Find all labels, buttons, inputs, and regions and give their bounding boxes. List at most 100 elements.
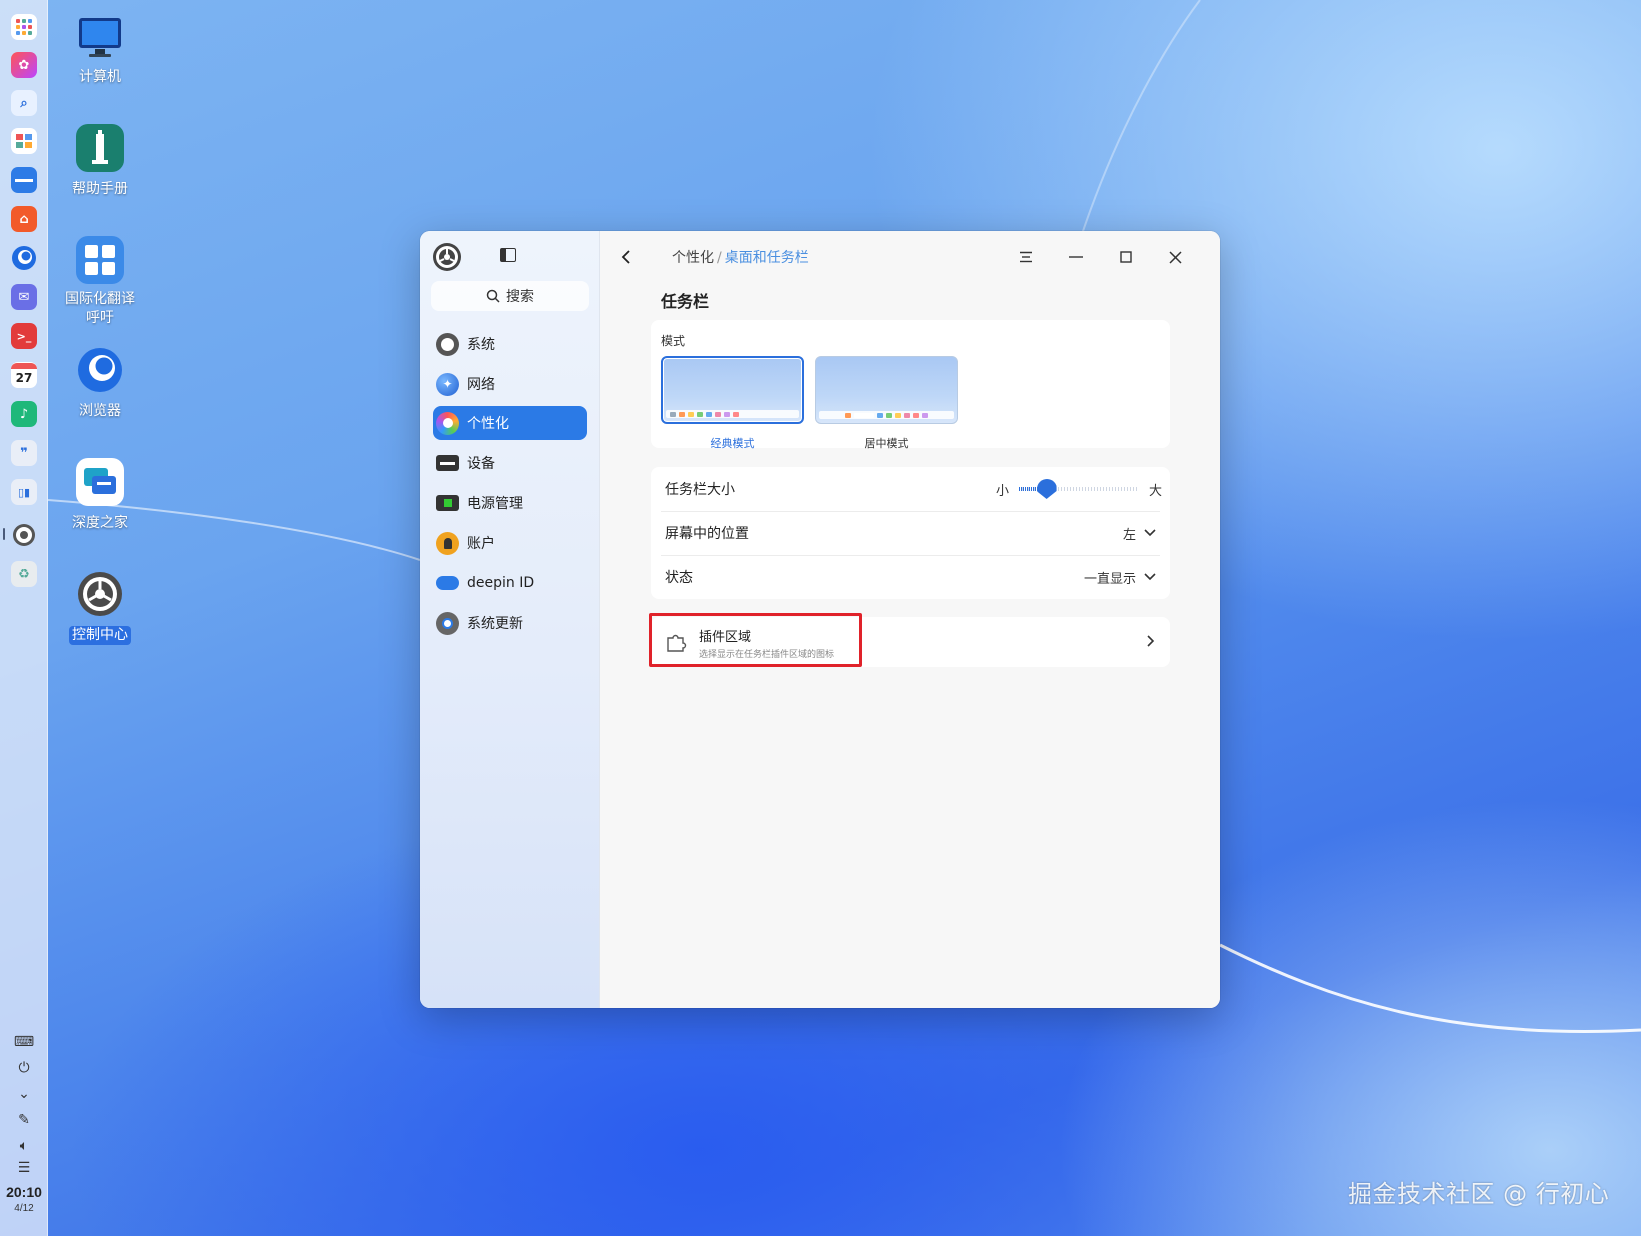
pen-icon[interactable]: ✎ xyxy=(14,1110,34,1130)
maximize-icon xyxy=(1120,251,1132,263)
desktop-icon-label: 计算机 xyxy=(79,69,121,85)
sidebar-item-label: 网络 xyxy=(467,377,495,393)
back-button[interactable] xyxy=(612,243,640,271)
sidebar-item-account[interactable]: 账户 xyxy=(433,526,587,560)
multitasking-icon[interactable] xyxy=(11,128,37,154)
sidebar: 搜索 系统 ✦ 网络 个性化 设备 电源管理 账户 deepin ID 系统更新 xyxy=(420,231,600,1008)
browser-icon[interactable] xyxy=(11,245,37,271)
state-label: 状态 xyxy=(665,570,693,586)
active-indicator xyxy=(3,528,5,540)
desktop-icon-help[interactable]: 帮助手册 xyxy=(55,124,145,199)
slider-max-label: 大 xyxy=(1148,484,1162,499)
sidebar-item-personalization[interactable]: 个性化 xyxy=(433,406,587,440)
storage-icon[interactable]: ☰ xyxy=(14,1158,34,1178)
desktop-icon-label: 帮助手册 xyxy=(72,181,128,197)
screen-position-row[interactable]: 屏幕中的位置 左 xyxy=(651,511,1170,555)
mode-card: 模式 经典模式 居中模式 xyxy=(651,320,1170,451)
keyboard-icon[interactable]: ⌨ xyxy=(14,1032,34,1052)
close-button[interactable] xyxy=(1161,243,1189,271)
breadcrumb: 个性化 / 桌面和任务栏 xyxy=(672,247,809,267)
minimize-icon xyxy=(1069,256,1083,258)
slider-min-label: 小 xyxy=(996,484,1010,499)
music-icon[interactable]: ♪ xyxy=(11,401,37,427)
chat-icon xyxy=(76,458,124,506)
menu-button[interactable] xyxy=(1012,243,1040,271)
search-icon xyxy=(486,289,500,303)
menu-icon xyxy=(1020,251,1032,263)
power-icon[interactable]: ⏻ xyxy=(14,1058,34,1078)
gear-icon xyxy=(76,570,124,618)
mode-option-label: 经典模式 xyxy=(710,437,755,450)
sidebar-item-device[interactable]: 设备 xyxy=(433,446,587,480)
phone-icon[interactable]: ▯▮ xyxy=(11,479,37,505)
taskbar-size-slider-thumb[interactable] xyxy=(1036,479,1057,499)
state-row[interactable]: 状态 一直显示 xyxy=(651,555,1170,599)
sidebar-item-network[interactable]: ✦ 网络 xyxy=(433,367,587,401)
centered-taskbar-preview xyxy=(819,411,954,419)
settings-icon[interactable] xyxy=(11,522,37,548)
sidebar-item-power[interactable]: 电源管理 xyxy=(433,486,587,520)
system-icon xyxy=(436,332,459,356)
taskbar-settings-card: 任务栏大小 小 大 屏幕中的位置 左 状态 一直显示 xyxy=(651,467,1170,599)
minimize-button[interactable] xyxy=(1062,243,1090,271)
breadcrumb-current: 桌面和任务栏 xyxy=(724,250,809,266)
desktop-icon-deepin-home[interactable]: 深度之家 xyxy=(55,458,145,533)
personalization-icon xyxy=(436,411,459,435)
breadcrumb-parent[interactable]: 个性化 xyxy=(672,250,714,266)
state-select[interactable]: 一直显示 xyxy=(1084,568,1156,587)
launcher-icon[interactable] xyxy=(11,14,37,40)
sidebar-toggle-icon[interactable] xyxy=(500,248,516,262)
section-title: 任务栏 xyxy=(661,292,710,311)
maximize-button[interactable] xyxy=(1112,243,1140,271)
chevron-left-icon xyxy=(621,250,630,264)
update-icon xyxy=(436,611,459,635)
desktop-icon-computer[interactable]: 计算机 xyxy=(55,12,145,87)
clock-time[interactable]: 20:10 xyxy=(0,1184,48,1200)
store-icon[interactable]: ⌂ xyxy=(11,206,37,232)
sidebar-item-label: 系统 xyxy=(467,337,495,353)
sidebar-item-label: 设备 xyxy=(467,456,495,472)
chevron-down-icon xyxy=(1144,529,1156,537)
desktop-icon-translate[interactable]: 国际化翻译 呼吁 xyxy=(55,236,145,328)
screen-position-label: 屏幕中的位置 xyxy=(665,526,749,542)
classic-taskbar-preview xyxy=(666,410,799,418)
sidebar-item-label: 账户 xyxy=(467,536,495,552)
mode-label: 模式 xyxy=(661,334,686,348)
volume-icon[interactable]: 🔈︎ xyxy=(14,1136,34,1156)
calendar-icon[interactable]: 27 xyxy=(11,362,37,388)
screen-position-value: 左 xyxy=(1122,527,1136,543)
state-value: 一直显示 xyxy=(1083,571,1136,587)
desktop-icon-control-center[interactable]: 控制中心 xyxy=(55,570,145,645)
taskbar-size-row: 任务栏大小 小 大 xyxy=(651,467,1170,511)
terminal-icon[interactable]: >_ xyxy=(11,323,37,349)
app-store-icon[interactable]: ✿ xyxy=(11,52,37,78)
screen-position-select[interactable]: 左 xyxy=(1123,524,1156,543)
sidebar-item-deepin-id[interactable]: deepin ID xyxy=(433,566,587,600)
sidebar-item-label: 个性化 xyxy=(467,416,509,432)
network-icon: ✦ xyxy=(436,372,459,396)
mail-icon[interactable]: ✉ xyxy=(11,284,37,310)
chevron-down-icon xyxy=(1144,573,1156,581)
account-icon xyxy=(436,531,459,555)
file-manager-icon[interactable] xyxy=(11,167,37,193)
mode-option-label: 居中模式 xyxy=(864,437,909,450)
mode-option-centered[interactable]: 居中模式 xyxy=(815,356,958,451)
notes-icon[interactable]: ❞ xyxy=(11,440,37,466)
translate-icon xyxy=(76,236,124,284)
search-input[interactable]: 搜索 xyxy=(431,281,589,311)
notification-icon[interactable]: ⌄ xyxy=(14,1084,34,1104)
breadcrumb-separator: / xyxy=(717,250,722,266)
sidebar-item-label: deepin ID xyxy=(467,575,535,591)
mode-option-classic[interactable]: 经典模式 xyxy=(661,356,804,451)
cloud-icon xyxy=(436,576,459,590)
trash-icon[interactable]: ♻ xyxy=(11,561,37,587)
device-icon xyxy=(436,455,459,471)
sidebar-item-system[interactable]: 系统 xyxy=(433,327,587,361)
close-icon xyxy=(1168,250,1182,264)
desktop-icon-browser[interactable]: 浏览器 xyxy=(55,346,145,421)
sidebar-item-update[interactable]: 系统更新 xyxy=(433,606,587,640)
highlight-box xyxy=(649,613,862,667)
browser-icon xyxy=(76,346,124,394)
search-icon[interactable]: ⌕ xyxy=(11,90,37,116)
clock-date[interactable]: 4/12 xyxy=(0,1203,48,1214)
